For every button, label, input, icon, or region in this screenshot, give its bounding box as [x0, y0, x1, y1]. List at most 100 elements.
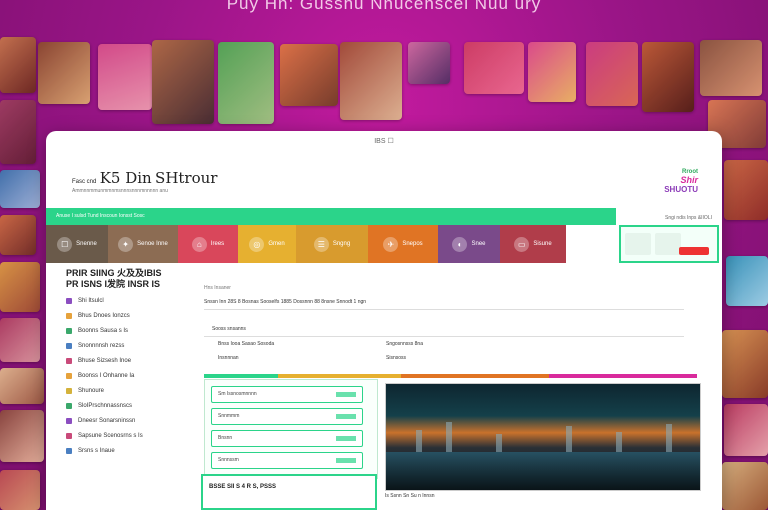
- brand-name: K5 Din: [99, 169, 152, 187]
- photo-tile: [0, 100, 36, 164]
- photo-tile: [0, 318, 40, 362]
- photo-tile: [724, 160, 768, 220]
- divider: [204, 309, 684, 310]
- category-tab[interactable]: ✈ Snepos: [368, 225, 438, 263]
- form-field-label: Snnnssm: [218, 457, 239, 463]
- photo-tile: [700, 40, 762, 96]
- category-icon: ✦: [118, 236, 134, 252]
- category-label: Sngng: [332, 241, 351, 247]
- photo-tile: [464, 42, 524, 94]
- widget-go-button[interactable]: [679, 247, 709, 255]
- site-brand[interactable]: Fasc cnd K5 Din SHtrour: [72, 169, 217, 187]
- form-field[interactable]: Snnnssm: [211, 452, 363, 469]
- category-label: Gmen: [268, 241, 285, 247]
- category-tab[interactable]: ⌂ Irees: [178, 225, 238, 263]
- category-tab[interactable]: ☰ Sngng: [296, 225, 368, 263]
- sidebar-item-icon: [66, 327, 72, 334]
- section-label: Hns Insaner: [204, 285, 231, 291]
- sidebar-item-label: Bhuse Sizsesh Inoe: [78, 357, 132, 364]
- widget-cell[interactable]: [655, 233, 681, 255]
- photo-tile: [0, 410, 44, 462]
- sidebar-item-label: Shunoure: [78, 387, 105, 394]
- sidebar-item-label: SloIPrschnnassnscs: [78, 402, 133, 409]
- photo-tile: [0, 470, 40, 510]
- photo-tile: [642, 42, 694, 112]
- category-tab[interactable]: ☐ Snenne: [46, 225, 108, 263]
- sidebar-item-label: Shi Itsulcl: [78, 297, 104, 304]
- brand-prefix: Fasc cnd: [72, 179, 97, 185]
- nav-bar-label: Anuse I sulsd Tund Inscoun Ionsst Sosc: [56, 213, 145, 219]
- category-label: Sisune: [533, 241, 552, 247]
- hero-title: Puy Hn: Gusshu Nnucenscei Nuu ury: [226, 0, 542, 13]
- category-tab[interactable]: ◎ Gmen: [238, 225, 296, 263]
- widget-cell[interactable]: [625, 233, 651, 255]
- sidebar-item[interactable]: Boonss I Onhanne Ia: [66, 371, 206, 380]
- partner-logo[interactable]: Rroot Shir SHUOTU: [628, 169, 698, 194]
- booking-widget[interactable]: [619, 225, 719, 263]
- sidebar-item-icon: [66, 342, 72, 349]
- form-field[interactable]: Bnsnn: [211, 430, 363, 447]
- content-row[interactable]: Sisnsoss: [386, 355, 406, 361]
- sidebar-item-label: Dneesr Sonarsninssn: [78, 417, 136, 424]
- sidebar-item-label: Boonns Sausa s Is: [78, 327, 129, 334]
- sidebar-item[interactable]: Bhus Dnoes Ionzcs: [66, 311, 206, 320]
- logo-line2: Shir: [680, 175, 698, 185]
- sidebar-list: Shi Itsulcl Bhus Dnoes Ionzcs Boonns Sausa…: [66, 296, 206, 455]
- content-row[interactable]: Bnss Iooa Sasao Sosoda: [218, 341, 274, 347]
- photo-tile: [0, 368, 44, 404]
- category-tab[interactable]: ◐ Snee: [438, 225, 500, 263]
- sidebar-item[interactable]: Sapsune Scenosrns s Is: [66, 431, 206, 440]
- category-tab[interactable]: ▭ Sisune: [500, 225, 566, 263]
- brand-title: SHtrour: [155, 169, 218, 187]
- form-field[interactable]: Snnmmm: [211, 408, 363, 425]
- sidebar-item[interactable]: Bhuse Sizsesh Inoe: [66, 356, 206, 365]
- sidebar-item-icon: [66, 447, 72, 454]
- sidebar-item[interactable]: Dneesr Sonarsninssn: [66, 416, 206, 425]
- category-label: Irees: [210, 241, 225, 247]
- sidebar-item-label: Boonss I Onhanne Ia: [78, 372, 135, 379]
- color-progress-bar: [204, 374, 697, 378]
- photo-tile: [0, 262, 40, 312]
- nav-bar: Anuse I sulsd Tund Inscoun Ionsst Sosc: [46, 208, 616, 225]
- form-field[interactable]: Sm Issnosmnnnn: [211, 386, 363, 403]
- content-row[interactable]: Sngosnnsss 8na: [386, 341, 423, 347]
- photo-tile: [722, 330, 768, 398]
- sidebar-heading-1: PRIR SIING 火及及IBIS: [66, 268, 162, 278]
- category-label: Snepos: [402, 241, 423, 247]
- sidebar-item[interactable]: Shunoure: [66, 386, 206, 395]
- photo-tile: [280, 44, 338, 106]
- content-row[interactable]: Snssn Inn 28S 8 Bosnas Sooselfs 1885 Dos…: [204, 299, 366, 305]
- window-title: IBS ☐: [374, 138, 394, 145]
- sidebar-item[interactable]: Shi Itsulcl: [66, 296, 206, 305]
- sidebar-item[interactable]: Boonns Sausa s Is: [66, 326, 206, 335]
- sidebar-item-icon: [66, 402, 72, 409]
- photo-tile: [0, 170, 40, 208]
- category-icon: ▭: [514, 236, 530, 252]
- category-icon: ◐: [452, 236, 468, 252]
- photo-tile: [528, 42, 576, 102]
- category-label: Snee: [471, 241, 486, 247]
- category-tab[interactable]: ✦ Senoe Inne: [108, 225, 178, 263]
- promo-box[interactable]: BSSE SII S 4 R S, PSSS: [201, 474, 377, 510]
- hero-photo[interactable]: [385, 383, 701, 491]
- photo-tile: [0, 215, 36, 255]
- sidebar-item-icon: [66, 297, 72, 304]
- photo-tile: [0, 37, 36, 93]
- search-form: Sm Issnosmnnnn Snnmmm Bnsnn Snnnssm: [204, 379, 378, 479]
- category-icon: ✈: [383, 236, 399, 252]
- sidebar-item[interactable]: Srsns s Inaue: [66, 446, 206, 455]
- content-row[interactable]: Insnnnan: [218, 355, 239, 361]
- sidebar-item[interactable]: Snonnnnsh rezss: [66, 341, 206, 350]
- photo-tile: [340, 42, 402, 120]
- form-field-label: Bnsnn: [218, 435, 233, 441]
- photo-tile: [218, 42, 274, 124]
- category-icon: ⌂: [191, 236, 207, 252]
- form-field-label: Snnmmm: [218, 413, 240, 419]
- sidebar-item[interactable]: SloIPrschnnassnscs: [66, 401, 206, 410]
- sidebar-item-label: Sapsune Scenosrns s Is: [78, 432, 143, 439]
- photo-tile: [722, 462, 768, 510]
- content-row[interactable]: Sooss snsanns: [212, 326, 246, 332]
- sidebar-item-label: Srsns s Inaue: [78, 447, 115, 454]
- field-indicator: [336, 436, 356, 441]
- photo-tile: [98, 44, 152, 110]
